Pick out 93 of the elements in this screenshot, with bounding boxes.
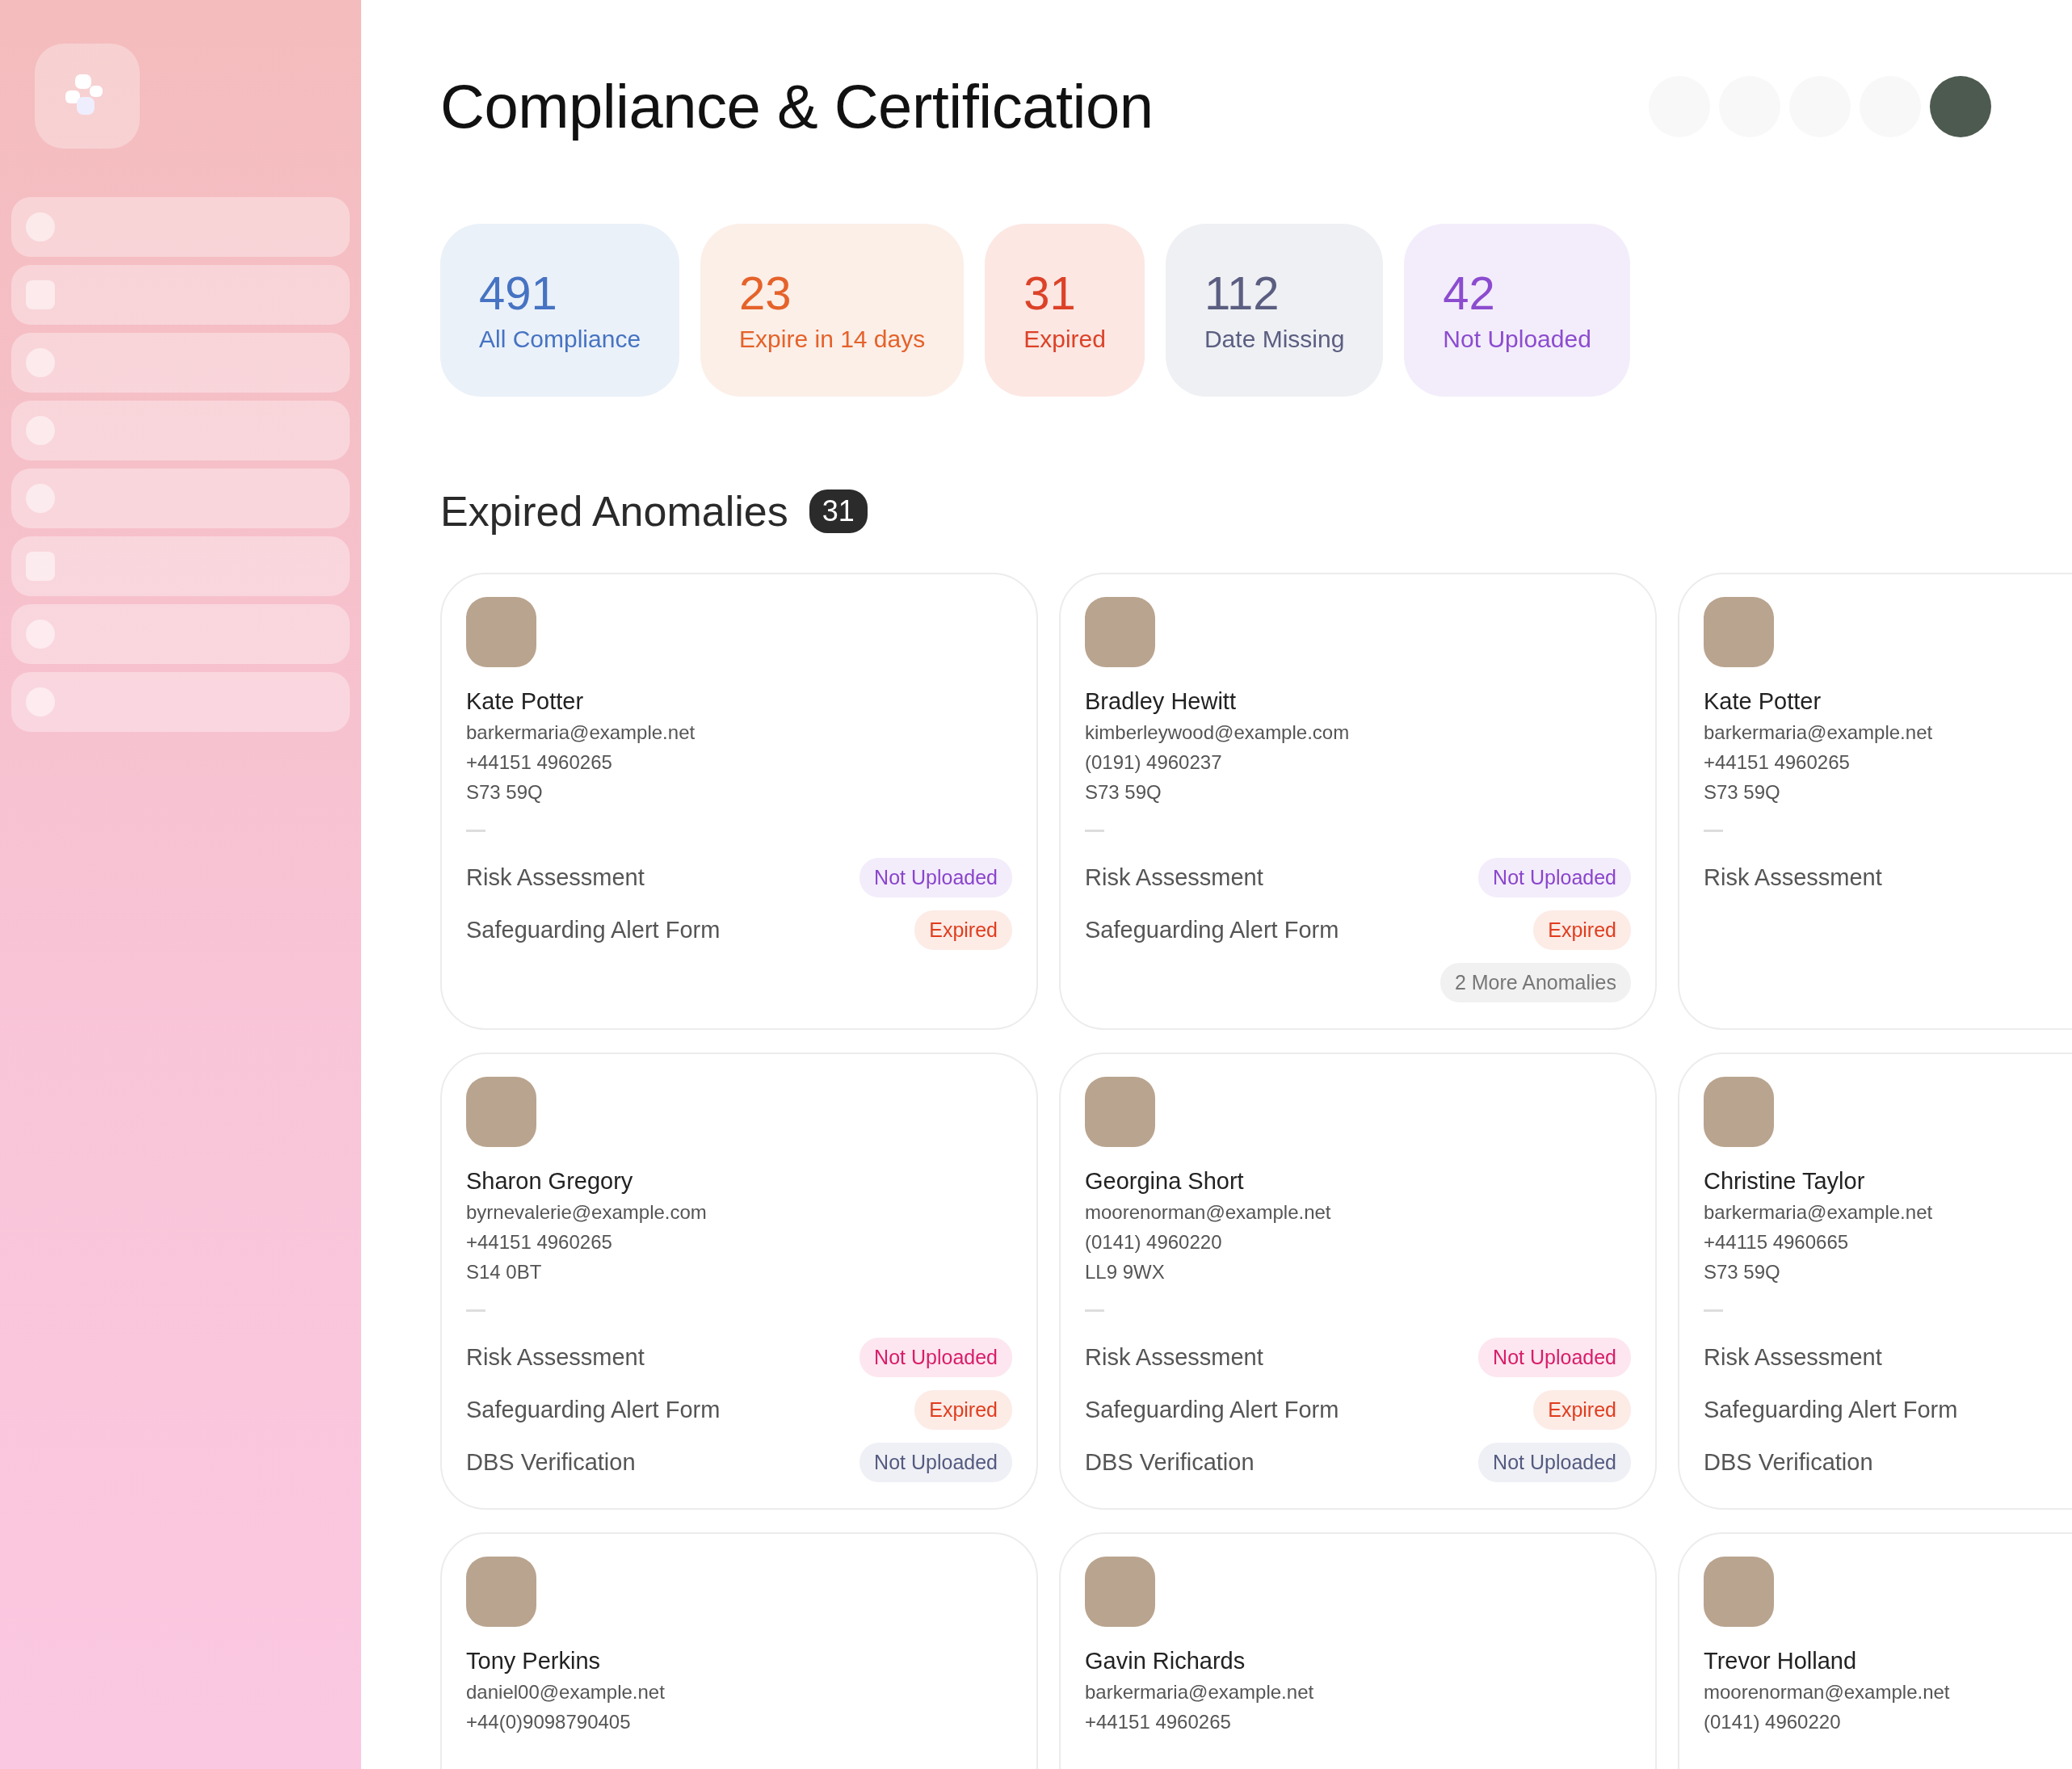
- count-badge: 31: [809, 490, 868, 533]
- logo-icon[interactable]: [35, 44, 140, 149]
- stat-label: Expire in 14 days: [739, 325, 926, 353]
- document-label: Safeguarding Alert Form: [1085, 916, 1339, 943]
- stat-label: Not Uploaded: [1443, 325, 1591, 353]
- page-title: Compliance & Certification: [440, 71, 1154, 141]
- phone-text: (0191) 4960237: [1085, 750, 1223, 775]
- email-text: byrnevalerie@example.com: [466, 1200, 708, 1225]
- phone-text: (0141) 4960220: [1085, 1230, 1223, 1255]
- document-label: Risk Assessment: [1704, 863, 1882, 891]
- sidebar-item[interactable]: [11, 197, 350, 257]
- document-label: Risk Assessment: [466, 863, 645, 891]
- section-title: Expired Anomalies: [440, 487, 788, 536]
- postcode-text: S73 59Q: [466, 780, 544, 805]
- postcode-text: LL9 9WX: [1085, 1260, 1166, 1285]
- stat-value: 31: [1023, 267, 1077, 319]
- status-badge: Expired: [914, 1389, 1012, 1430]
- person-name: Sharon Gregory: [466, 1168, 634, 1195]
- phone-text: +44115 4960665: [1704, 1230, 1850, 1255]
- email-text: barkermaria@example.net: [1704, 1200, 1934, 1225]
- sidebar-item[interactable]: [11, 469, 350, 528]
- email-text: moorenorman@example.net: [1704, 1680, 1951, 1704]
- document-label: DBS Verification: [1085, 1448, 1255, 1476]
- sidebar-item[interactable]: [11, 333, 350, 393]
- stat-label: All Compliance: [479, 325, 641, 353]
- sidebar-item[interactable]: [11, 536, 350, 596]
- person-name: Kate Potter: [1704, 688, 1822, 715]
- document-label: Safeguarding Alert Form: [466, 916, 721, 943]
- document-label: Safeguarding Alert Form: [1704, 1396, 1958, 1423]
- status-badge: Not Uploaded: [1478, 857, 1631, 897]
- postcode-text: S73 59Q: [1704, 780, 1781, 805]
- stat-card[interactable]: 491 All Compliance: [440, 224, 680, 397]
- stat-label: Expired: [1023, 325, 1106, 353]
- person-name: Trevor Holland: [1704, 1648, 1858, 1674]
- document-label: DBS Verification: [466, 1448, 636, 1476]
- person-card[interactable]: Georgina Short moorenorman@example.net (0141) 4960220 LL9 9WX Risk Assessment Not Uploaded Safeguarding Alert Form Expired DBS Verification Not Uploaded: [1059, 1053, 1657, 1510]
- document-label: Safeguarding Alert Form: [1085, 1396, 1339, 1423]
- postcode-text: S73 59Q: [1704, 1260, 1781, 1285]
- postcode-text: S14 0BT: [466, 1260, 543, 1285]
- status-badge: Not Uploaded: [1478, 1337, 1631, 1377]
- person-card[interactable]: Gavin Richards barkermaria@example.net +44151 4960265: [1059, 1532, 1657, 1769]
- sidebar-item[interactable]: [11, 401, 350, 460]
- postcode-text: S73 59Q: [1085, 780, 1162, 805]
- email-text: barkermaria@example.net: [466, 721, 696, 745]
- sidebar-item[interactable]: [11, 265, 350, 325]
- document-label: DBS Verification: [1704, 1448, 1873, 1476]
- person-card[interactable]: Kate Potter barkermaria@example.net +44151 4960265 S73 59Q Risk Assessment Not Uploaded Safeguarding Alert Form Expired: [440, 573, 1038, 1030]
- phone-text: (0141) 4960220: [1704, 1710, 1842, 1735]
- person-name: Bradley Hewitt: [1085, 688, 1237, 715]
- more-anomalies-button[interactable]: 2 More Anomalies: [1439, 962, 1631, 1002]
- email-text: moorenorman@example.net: [1085, 1200, 1332, 1225]
- email-text: daniel00@example.net: [466, 1680, 666, 1704]
- person-card[interactable]: Sharon Gregory byrnevalerie@example.com +44151 4960265 S14 0BT Risk Assessment Not Uploaded Safeguarding Alert Form Expired DBS Verification Not Uploaded: [440, 1053, 1038, 1510]
- phone-text: +44151 4960265: [466, 750, 613, 775]
- stat-value: 491: [479, 267, 558, 319]
- status-badge: Not Uploaded: [1478, 1442, 1631, 1482]
- email-text: barkermaria@example.net: [1704, 721, 1934, 745]
- sidebar-item[interactable]: [11, 672, 350, 732]
- status-badge: Expired: [1533, 1389, 1631, 1430]
- person-name: Tony Perkins: [466, 1648, 601, 1674]
- phone-text: +44151 4960265: [1085, 1710, 1232, 1735]
- status-badge: Not Uploaded: [859, 1337, 1012, 1377]
- person-name: Georgina Short: [1085, 1168, 1245, 1195]
- stat-value: 42: [1443, 267, 1496, 319]
- document-label: Risk Assessment: [1085, 863, 1263, 891]
- status-badge: Expired: [914, 910, 1012, 950]
- stat-card[interactable]: 31 Expired: [985, 224, 1145, 397]
- stat-label: Date Missing: [1204, 325, 1345, 353]
- stat-card[interactable]: 42 Not Uploaded: [1404, 224, 1630, 397]
- document-label: Safeguarding Alert Form: [466, 1396, 721, 1423]
- person-card[interactable]: Christine Taylor barkermaria@example.net +44115 4960665 S73 59Q Risk Assessment Safeguarding Alert Form DBS Verification: [1678, 1053, 2072, 1510]
- person-card[interactable]: Trevor Holland moorenorman@example.net (0141) 4960220: [1678, 1532, 2072, 1769]
- stat-value: 112: [1204, 267, 1280, 319]
- document-label: Risk Assessment: [1704, 1343, 1882, 1371]
- email-text: barkermaria@example.net: [1085, 1680, 1315, 1704]
- stat-value: 23: [739, 267, 792, 319]
- person-name: Gavin Richards: [1085, 1648, 1246, 1674]
- person-name: Christine Taylor: [1704, 1168, 1866, 1195]
- document-label: Risk Assessment: [466, 1343, 645, 1371]
- email-text: kimberleywood@example.com: [1085, 721, 1351, 745]
- phone-text: +44(0)9098790405: [466, 1710, 632, 1735]
- phone-text: +44151 4960265: [466, 1230, 613, 1255]
- person-card[interactable]: Kate Potter barkermaria@example.net +44151 4960265 S73 59Q Risk Assessment: [1678, 573, 2072, 1030]
- person-name: Kate Potter: [466, 688, 585, 715]
- stat-card[interactable]: 112 Date Missing: [1165, 224, 1384, 397]
- status-badge: Not Uploaded: [859, 1442, 1012, 1482]
- person-card[interactable]: Bradley Hewitt kimberleywood@example.com (0191) 4960237 S73 59Q Risk Assessment Not Uploaded Safeguarding Alert Form Expired 2 More Anomalies: [1059, 573, 1657, 1030]
- status-badge: Expired: [1533, 910, 1631, 950]
- sidebar-item[interactable]: [11, 604, 350, 664]
- person-card[interactable]: Tony Perkins daniel00@example.net +44(0)9098790405: [440, 1532, 1038, 1769]
- document-label: Risk Assessment: [1085, 1343, 1263, 1371]
- status-badge: Not Uploaded: [859, 857, 1012, 897]
- phone-text: +44151 4960265: [1704, 750, 1851, 775]
